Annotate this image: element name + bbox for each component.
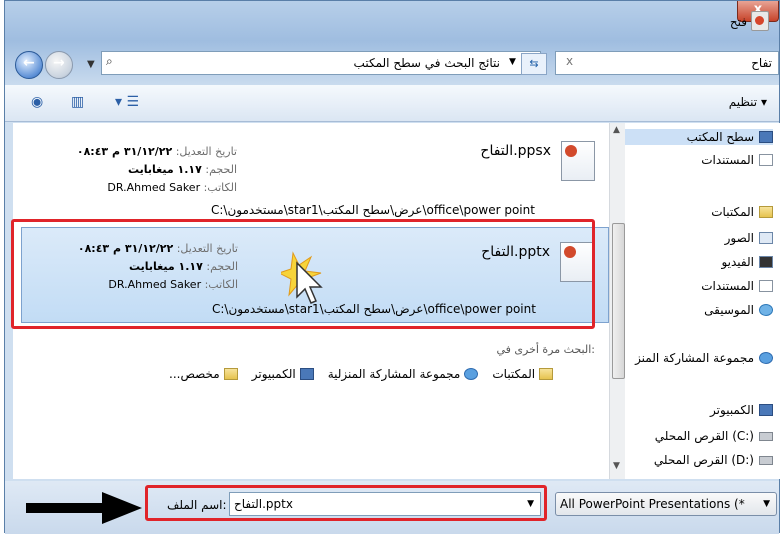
title-bar: x فتح	[5, 1, 779, 37]
size-value: ١.١٧ ميغابايت	[128, 163, 202, 176]
highlight-box-filename	[145, 485, 547, 521]
search-custom-link[interactable]: مخصص...	[169, 367, 238, 381]
mouse-cursor-icon	[281, 251, 323, 304]
result-author: الكاتب: DR.Ahmed Saker	[57, 181, 237, 194]
link-label: الكمبيوتر	[251, 367, 296, 381]
powerpoint-icon	[751, 11, 769, 31]
ppsx-file-icon	[561, 141, 595, 181]
address-dropdown-icon[interactable]: ▼	[509, 57, 516, 67]
nav-label: الكمبيوتر	[710, 403, 754, 417]
search-again-links: المكتبات مجموعة المشاركة المنزلية الكمبي…	[169, 367, 554, 381]
nav-item-documents[interactable]: المستندات	[701, 153, 773, 167]
nav-item-drive-c[interactable]: القرص المحلي (C:)	[655, 429, 773, 443]
nav-label: المكتبات	[711, 205, 754, 219]
search-again-heading: البحث مرة أخرى في:	[496, 343, 595, 356]
result-item[interactable]: التفاح.ppsx تاريخ التعديل: ٣١/١٢/٢٢ م ٠٨…	[21, 127, 609, 223]
navigation-pane: سطح المكتب المستندات المكتبات الصور الفي…	[625, 123, 781, 479]
forward-arrow-icon: →	[53, 55, 65, 71]
link-label: المكتبات	[492, 367, 536, 381]
clear-search-icon[interactable]: x	[566, 54, 573, 68]
documents-icon	[759, 280, 773, 292]
filetype-select[interactable]: All PowerPoint Presentations (* ▼	[555, 492, 777, 516]
author-label: الكاتب:	[203, 181, 237, 194]
nav-label: القرص المحلي (C:)	[654, 429, 754, 443]
address-bar[interactable]: ⌕ نتائج البحث في سطح المكتب ◀	[101, 51, 541, 75]
result-modified: تاريخ التعديل: ٣١/١٢/٢٢ م ٠٨:٤٣	[57, 145, 237, 158]
pointer-arrow-icon	[26, 492, 142, 524]
filetype-dropdown-icon: ▼	[763, 499, 770, 509]
nav-item-computer[interactable]: الكمبيوتر	[710, 403, 773, 417]
nav-label: مجموعة المشاركة المنز	[635, 351, 754, 365]
organize-menu[interactable]: تنظيم ▾	[729, 95, 767, 109]
result-filename: التفاح.ppsx	[480, 143, 551, 159]
nav-label: الصور	[724, 231, 754, 245]
search-homegroup-link[interactable]: مجموعة المشاركة المنزلية	[328, 367, 479, 381]
open-dialog: x فتح ← → ▼ ⌕ نتائج البحث في سطح المكتب …	[4, 0, 781, 534]
toolbar: ◉ ▥ ▾ ☰ تنظيم ▾	[5, 85, 779, 122]
libraries-icon	[539, 368, 554, 380]
search-libraries-link[interactable]: المكتبات	[492, 367, 554, 381]
forward-button[interactable]: →	[45, 51, 73, 79]
search-computer-link[interactable]: الكمبيوتر	[252, 367, 314, 381]
nav-item-desktop[interactable]: سطح المكتب	[625, 129, 773, 145]
search-value: تفاح	[751, 56, 772, 70]
filetype-value: All PowerPoint Presentations (*	[560, 497, 745, 511]
scroll-up-icon[interactable]: ▲	[613, 125, 620, 135]
drive-icon	[759, 455, 773, 465]
scroll-thumb[interactable]	[612, 223, 625, 379]
scroll-down-icon[interactable]: ▼	[613, 461, 620, 471]
result-size: الحجم: ١.١٧ ميغابايت	[57, 163, 237, 176]
author-value: DR.Ahmed Saker	[107, 181, 201, 194]
address-path: نتائج البحث في سطح المكتب	[353, 56, 500, 70]
nav-item-documents-lib[interactable]: المستندات	[701, 279, 773, 293]
size-label: الحجم:	[205, 163, 237, 176]
nav-label: الفيديو	[721, 255, 754, 269]
nav-label: سطح المكتب	[686, 130, 754, 144]
help-icon[interactable]: ◉	[31, 94, 43, 110]
computer-icon	[299, 368, 314, 380]
search-folder-icon: ⌕	[106, 54, 113, 68]
link-label: مخصص...	[169, 367, 220, 381]
nav-item-drive-d[interactable]: القرص المحلي (D:)	[654, 453, 773, 467]
nav-item-music[interactable]: الموسيقى	[704, 303, 773, 317]
video-icon	[759, 256, 773, 268]
view-options-icon[interactable]: ▾ ☰	[115, 94, 139, 110]
nav-label: القرص المحلي (D:)	[653, 453, 754, 467]
nav-label: المستندات	[701, 153, 754, 167]
documents-icon	[759, 154, 773, 166]
link-label: مجموعة المشاركة المنزلية	[327, 367, 461, 381]
modified-value: ٣١/١٢/٢٢ م ٠٨:٤٣	[76, 145, 173, 158]
libraries-icon	[759, 206, 773, 218]
address-row: ← → ▼ ⌕ نتائج البحث في سطح المكتب ◀ ▼ ⇆ …	[5, 45, 779, 79]
homegroup-icon	[464, 368, 479, 380]
custom-folder-icon	[223, 368, 238, 380]
back-button[interactable]: ←	[15, 51, 43, 79]
homegroup-icon	[759, 352, 773, 364]
nav-item-libraries[interactable]: المكتبات	[711, 205, 773, 219]
window-title: فتح	[729, 15, 747, 29]
results-scrollbar[interactable]: ▲ ▼	[609, 123, 626, 479]
pictures-icon	[759, 232, 773, 244]
preview-pane-icon[interactable]: ▥	[71, 94, 84, 110]
nav-item-video[interactable]: الفيديو	[721, 255, 773, 269]
nav-label: المستندات	[701, 279, 754, 293]
nav-label: الموسيقى	[704, 303, 754, 317]
result-path: C:\مستخدمون\star1\عرض\سطح المكتب\office\…	[211, 203, 535, 217]
desktop-icon	[759, 131, 773, 143]
music-icon	[759, 304, 773, 316]
history-dropdown-icon[interactable]: ▼	[87, 59, 95, 70]
search-input[interactable]: x تفاح	[555, 51, 779, 75]
refresh-button[interactable]: ⇆	[521, 53, 547, 75]
back-arrow-icon: ←	[23, 55, 35, 71]
computer-icon	[759, 404, 773, 416]
nav-item-pictures[interactable]: الصور	[725, 231, 773, 245]
nav-item-homegroup[interactable]: مجموعة المشاركة المنز	[635, 351, 773, 365]
modified-label: تاريخ التعديل:	[175, 145, 237, 158]
drive-icon	[759, 431, 773, 441]
